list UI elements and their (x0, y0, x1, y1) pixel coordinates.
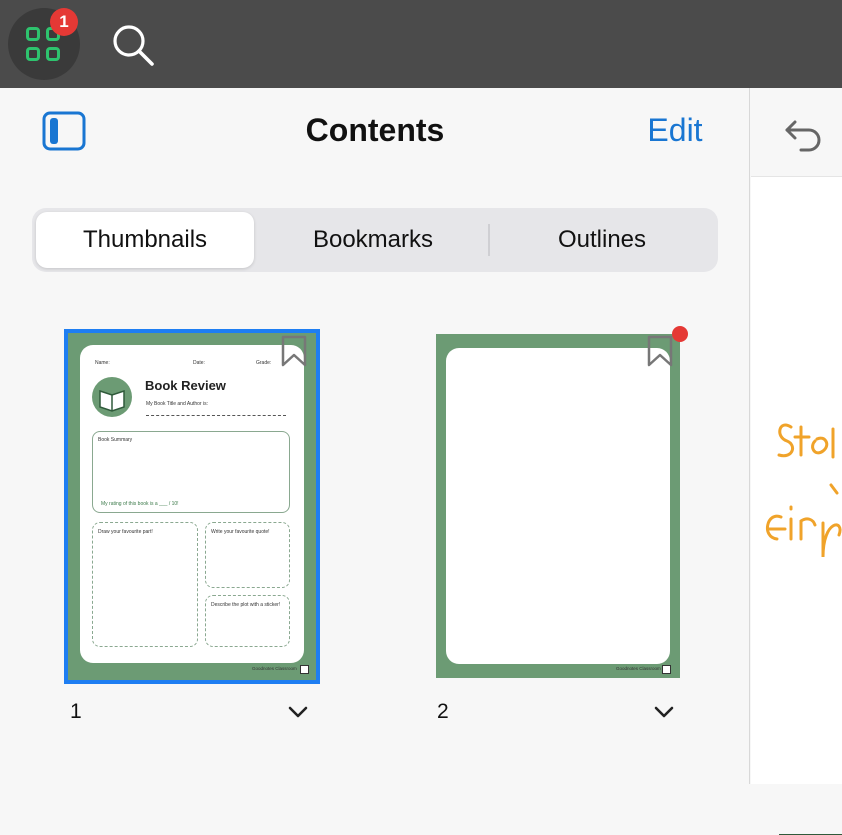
rating-label: My rating of this book is a ___ / 10! (101, 501, 179, 507)
panel-title: Contents (305, 112, 445, 148)
qr-code-icon (300, 665, 309, 674)
contents-panel: Contents Edit Thumbnails Bookmarks Outli… (0, 88, 750, 784)
top-bar: 1 (0, 0, 842, 88)
tab-bookmarks[interactable]: Bookmarks (258, 212, 488, 268)
search-icon[interactable] (110, 22, 156, 68)
document-canvas[interactable] (751, 88, 842, 835)
change-indicator-dot (672, 326, 688, 342)
sidebar-toggle-icon[interactable] (42, 111, 86, 151)
view-segmented-control: Thumbnails Bookmarks Outlines (32, 208, 718, 272)
title-author-label: My Book Title and Author is: (146, 401, 208, 407)
brand-label: Goodnotes Classroom (616, 666, 661, 671)
favourite-part-box (92, 522, 198, 647)
bookmark-icon[interactable] (646, 335, 674, 367)
page-thumbnail-2[interactable]: Goodnotes Classroom (436, 334, 680, 678)
chevron-down-icon[interactable] (286, 700, 310, 724)
notification-badge: 1 (50, 8, 78, 36)
document-page (751, 176, 842, 835)
bookmark-icon[interactable] (280, 335, 308, 367)
favourite-part-label: Draw your favourite part! (98, 529, 153, 535)
edit-button[interactable]: Edit (630, 112, 720, 149)
page-thumbnail-1[interactable]: Name: Date: Grade: Book Review My Book T… (64, 329, 320, 684)
grade-label: Grade: (256, 360, 272, 366)
title-line (146, 415, 286, 416)
undo-icon[interactable] (781, 112, 825, 152)
page-sheet: Name: Date: Grade: Book Review My Book T… (80, 345, 304, 663)
name-label: Name: (95, 360, 110, 366)
handwriting-ink (766, 423, 842, 558)
page-number-2: 2 (437, 700, 449, 723)
review-heading: Book Review (145, 378, 226, 393)
tab-outlines[interactable]: Outlines (490, 212, 714, 268)
tab-thumbnails[interactable]: Thumbnails (36, 212, 254, 268)
page-sheet (446, 348, 670, 664)
plot-sticker-label: Describe the plot with a sticker! (211, 602, 281, 608)
summary-label: Book Summary (98, 437, 133, 443)
qr-code-icon (662, 665, 671, 674)
favourite-quote-label: Write your favourite quote! (211, 529, 270, 535)
page-number-1: 1 (70, 700, 82, 723)
book-icon (92, 377, 132, 417)
date-label: Date: (193, 360, 205, 366)
chevron-down-icon[interactable] (652, 700, 676, 724)
brand-label: Goodnotes Classroom (252, 666, 297, 671)
